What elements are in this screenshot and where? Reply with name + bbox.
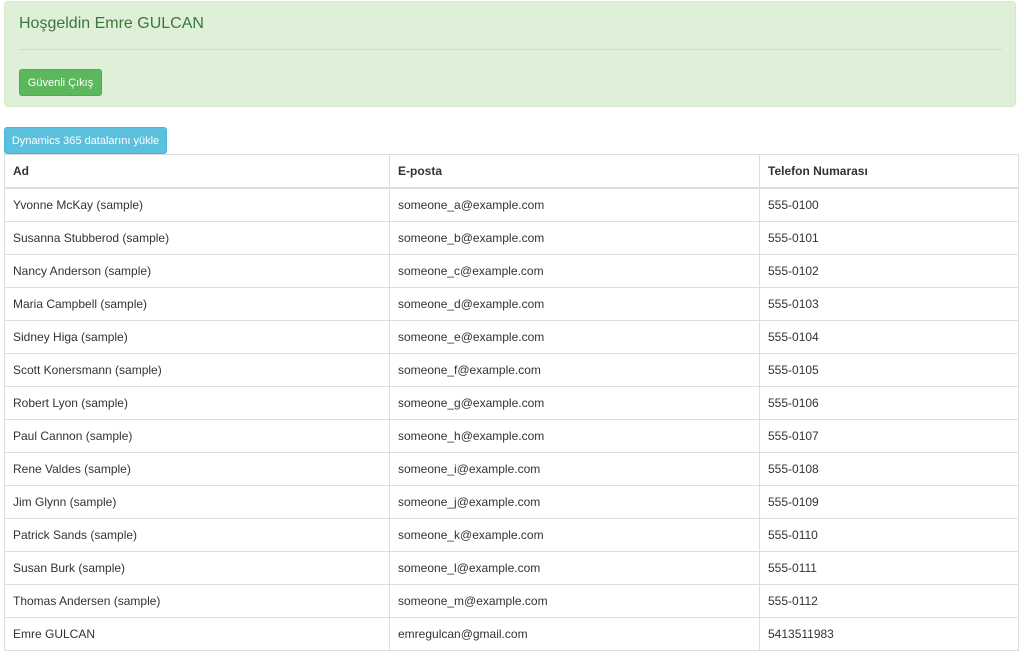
cell-email: emregulcan@gmail.com <box>389 617 760 651</box>
load-dynamics-data-button[interactable]: Dynamics 365 datalarını yükle <box>4 127 167 154</box>
cell-name: Susan Burk (sample) <box>4 551 390 585</box>
cell-phone: 555-0110 <box>759 518 1019 552</box>
cell-email: someone_l@example.com <box>389 551 760 585</box>
cell-email: someone_e@example.com <box>389 320 760 354</box>
cell-name: Paul Cannon (sample) <box>4 419 390 453</box>
table-row: Maria Campbell (sample) someone_d@example… <box>4 287 1019 321</box>
welcome-panel: Hoşgeldin Emre GULCAN Güvenli Çıkış <box>4 1 1016 107</box>
cell-phone: 555-0111 <box>759 551 1019 585</box>
table-header-row: Ad E-posta Telefon Numarası <box>4 154 1019 189</box>
cell-name: Maria Campbell (sample) <box>4 287 390 321</box>
table-header: Ad E-posta Telefon Numarası <box>4 154 1019 189</box>
cell-email: someone_d@example.com <box>389 287 760 321</box>
cell-name: Patrick Sands (sample) <box>4 518 390 552</box>
cell-phone: 555-0104 <box>759 320 1019 354</box>
cell-phone: 555-0108 <box>759 452 1019 486</box>
contacts-table: Ad E-posta Telefon Numarası Yvonne McKay… <box>4 154 1019 651</box>
cell-name: Emre GULCAN <box>4 617 390 651</box>
cell-name: Yvonne McKay (sample) <box>4 187 390 222</box>
cell-name: Rene Valdes (sample) <box>4 452 390 486</box>
column-header-phone: Telefon Numarası <box>759 154 1019 189</box>
welcome-divider <box>19 49 1002 50</box>
cell-phone: 555-0103 <box>759 287 1019 321</box>
cell-name: Susanna Stubberod (sample) <box>4 221 390 255</box>
table-row: Sidney Higa (sample) someone_e@example.co… <box>4 320 1019 354</box>
table-row: Yvonne McKay (sample) someone_a@example.c… <box>4 187 1019 222</box>
table-row: Robert Lyon (sample) someone_g@example.co… <box>4 386 1019 420</box>
cell-phone: 555-0112 <box>759 584 1019 618</box>
table-row: Patrick Sands (sample) someone_k@example.… <box>4 518 1019 552</box>
cell-name: Robert Lyon (sample) <box>4 386 390 420</box>
cell-name: Thomas Andersen (sample) <box>4 584 390 618</box>
cell-email: someone_c@example.com <box>389 254 760 288</box>
table-body: Yvonne McKay (sample) someone_a@example.c… <box>4 187 1019 651</box>
logout-button[interactable]: Güvenli Çıkış <box>19 69 102 96</box>
cell-phone: 555-0109 <box>759 485 1019 519</box>
welcome-title: Hoşgeldin Emre GULCAN <box>19 15 204 32</box>
table-row: Thomas Andersen (sample) someone_m@exampl… <box>4 584 1019 618</box>
cell-phone: 555-0107 <box>759 419 1019 453</box>
cell-email: someone_h@example.com <box>389 419 760 453</box>
table-row: Scott Konersmann (sample) someone_f@examp… <box>4 353 1019 387</box>
table-row: Susan Burk (sample) someone_l@example.com… <box>4 551 1019 585</box>
cell-phone: 555-0100 <box>759 187 1019 222</box>
cell-phone: 555-0105 <box>759 353 1019 387</box>
column-header-email: E-posta <box>389 154 760 189</box>
cell-name: Scott Konersmann (sample) <box>4 353 390 387</box>
cell-name: Jim Glynn (sample) <box>4 485 390 519</box>
cell-name: Sidney Higa (sample) <box>4 320 390 354</box>
table-row: Paul Cannon (sample) someone_h@example.co… <box>4 419 1019 453</box>
cell-name: Nancy Anderson (sample) <box>4 254 390 288</box>
cell-email: someone_i@example.com <box>389 452 760 486</box>
table-row: Jim Glynn (sample) someone_j@example.com 5… <box>4 485 1019 519</box>
cell-email: someone_a@example.com <box>389 187 760 222</box>
cell-phone: 555-0106 <box>759 386 1019 420</box>
cell-email: someone_k@example.com <box>389 518 760 552</box>
cell-email: someone_j@example.com <box>389 485 760 519</box>
column-header-name: Ad <box>4 154 390 189</box>
table-row: Emre GULCAN emregulcan@gmail.com 541351198… <box>4 617 1019 651</box>
cell-email: someone_m@example.com <box>389 584 760 618</box>
cell-phone: 5413511983 <box>759 617 1019 651</box>
table-row: Susanna Stubberod (sample) someone_b@exam… <box>4 221 1019 255</box>
cell-phone: 555-0101 <box>759 221 1019 255</box>
cell-phone: 555-0102 <box>759 254 1019 288</box>
cell-email: someone_b@example.com <box>389 221 760 255</box>
table-row: Nancy Anderson (sample) someone_c@example… <box>4 254 1019 288</box>
cell-email: someone_f@example.com <box>389 353 760 387</box>
table-row: Rene Valdes (sample) someone_i@example.co… <box>4 452 1019 486</box>
cell-email: someone_g@example.com <box>389 386 760 420</box>
